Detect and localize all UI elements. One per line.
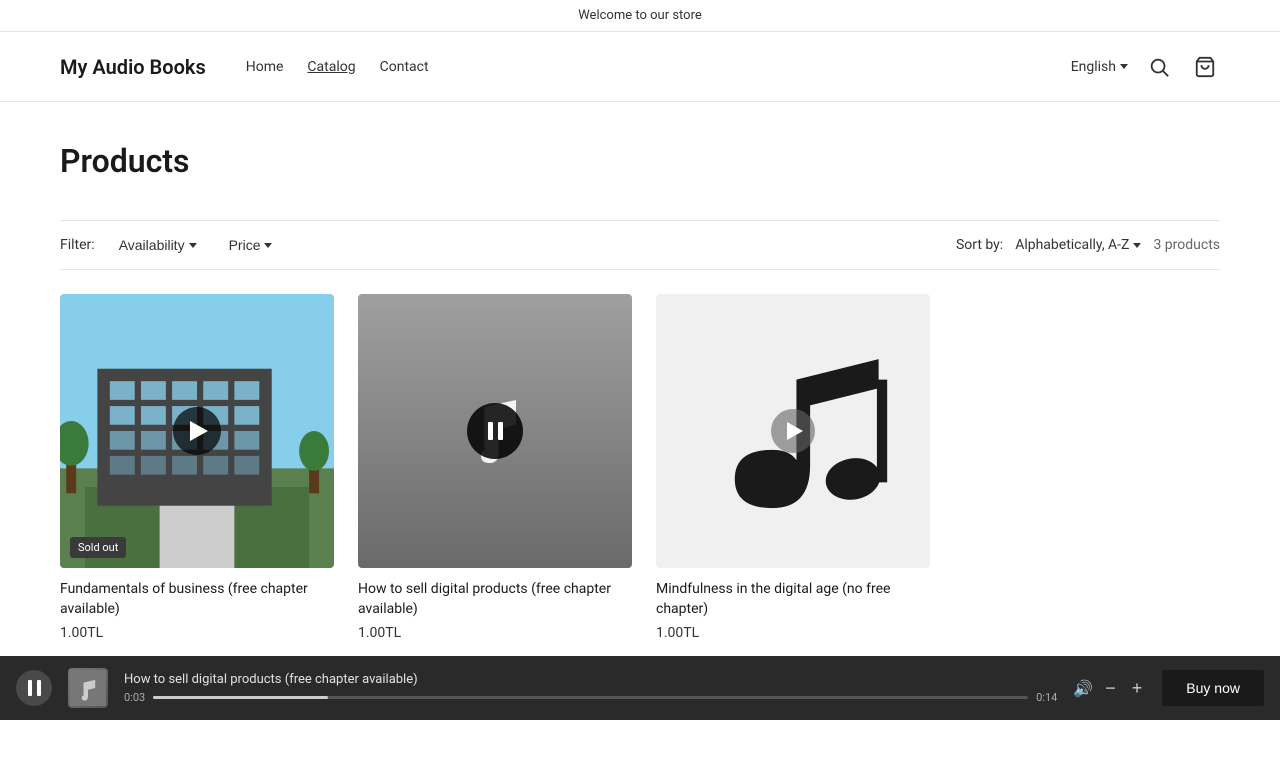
sold-out-badge: Sold out (70, 537, 126, 558)
play-triangle-icon (190, 421, 208, 441)
nav-contact[interactable]: Contact (380, 59, 429, 75)
availability-filter[interactable]: Availability (111, 233, 205, 257)
player-progress-row: 0:03 0:14 (124, 691, 1057, 704)
product-card-1[interactable]: Sold out Fundamentals of business (free … (60, 294, 334, 641)
sort-label: Sort by: (956, 237, 1003, 253)
player-current-time: 0:03 (124, 691, 145, 704)
header: My Audio Books Home Catalog Contact Engl… (0, 32, 1280, 102)
site-logo[interactable]: My Audio Books (60, 55, 206, 79)
player-pause-button[interactable] (16, 670, 52, 706)
product-card-2[interactable]: How to sell digital products (free chapt… (358, 294, 632, 641)
nav-home[interactable]: Home (246, 59, 284, 75)
sort-value: Alphabetically, A-Z (1015, 237, 1129, 253)
player-pause-icon (28, 680, 41, 696)
volume-decrease-button[interactable]: − (1101, 678, 1120, 699)
availability-chevron-icon (189, 243, 197, 248)
language-chevron-icon (1120, 64, 1128, 69)
price-filter[interactable]: Price (221, 233, 281, 257)
player-track-name: How to sell digital products (free chapt… (124, 672, 1057, 687)
product-image-1: Sold out (60, 294, 334, 568)
cart-icon (1194, 56, 1216, 78)
filter-label: Filter: (60, 237, 95, 253)
product-name-2: How to sell digital products (free chapt… (358, 580, 632, 619)
pause-icon (488, 422, 503, 440)
audio-player: How to sell digital products (free chapt… (0, 656, 1280, 720)
search-icon (1148, 56, 1170, 78)
play-triangle-icon-3 (787, 422, 803, 440)
product-name-3: Mindfulness in the digital age (no free … (656, 580, 930, 619)
play-button-3[interactable] (771, 409, 815, 453)
filter-bar: Filter: Availability Price Sort by: Alph… (60, 220, 1220, 270)
main-nav: Home Catalog Contact (246, 59, 1071, 75)
player-progress-fill (153, 696, 328, 699)
product-price-1: 1.00TL (60, 625, 334, 641)
cart-button[interactable] (1190, 52, 1220, 82)
player-volume: 🔊 − + (1073, 678, 1146, 699)
page-title: Products (60, 142, 1220, 180)
nav-catalog[interactable]: Catalog (307, 59, 355, 75)
product-card-3[interactable]: Mindfulness in the digital age (no free … (656, 294, 930, 641)
product-price-3: 1.00TL (656, 625, 930, 641)
top-banner: Welcome to our store (0, 0, 1280, 32)
player-center: How to sell digital products (free chapt… (124, 672, 1057, 704)
products-count: 3 products (1153, 237, 1220, 253)
product-image-2 (358, 294, 632, 568)
player-thumbnail (68, 668, 108, 708)
sort-chevron-icon (1133, 243, 1141, 248)
player-total-time: 0:14 (1036, 691, 1057, 704)
header-actions: English (1071, 52, 1220, 82)
language-selector[interactable]: English (1071, 59, 1128, 75)
search-button[interactable] (1144, 52, 1174, 82)
player-progress-bar[interactable] (153, 696, 1028, 699)
product-image-3 (656, 294, 930, 568)
volume-icon: 🔊 (1073, 679, 1093, 698)
buy-now-button[interactable]: Buy now (1162, 670, 1264, 706)
player-thumb-icon (70, 670, 106, 706)
sort-select[interactable]: Alphabetically, A-Z (1015, 237, 1141, 253)
language-label: English (1071, 59, 1116, 75)
price-label: Price (229, 237, 261, 253)
play-button-1[interactable] (173, 407, 221, 455)
filter-left: Filter: Availability Price (60, 233, 280, 257)
product-grid: Sold out Fundamentals of business (free … (60, 294, 930, 641)
filter-right: Sort by: Alphabetically, A-Z 3 products (956, 237, 1220, 253)
volume-increase-button[interactable]: + (1128, 678, 1147, 699)
price-chevron-icon (264, 243, 272, 248)
banner-text: Welcome to our store (578, 8, 702, 23)
pause-button-2[interactable] (467, 403, 523, 459)
product-price-2: 1.00TL (358, 625, 632, 641)
availability-label: Availability (119, 237, 185, 253)
product-name-1: Fundamentals of business (free chapter a… (60, 580, 334, 619)
